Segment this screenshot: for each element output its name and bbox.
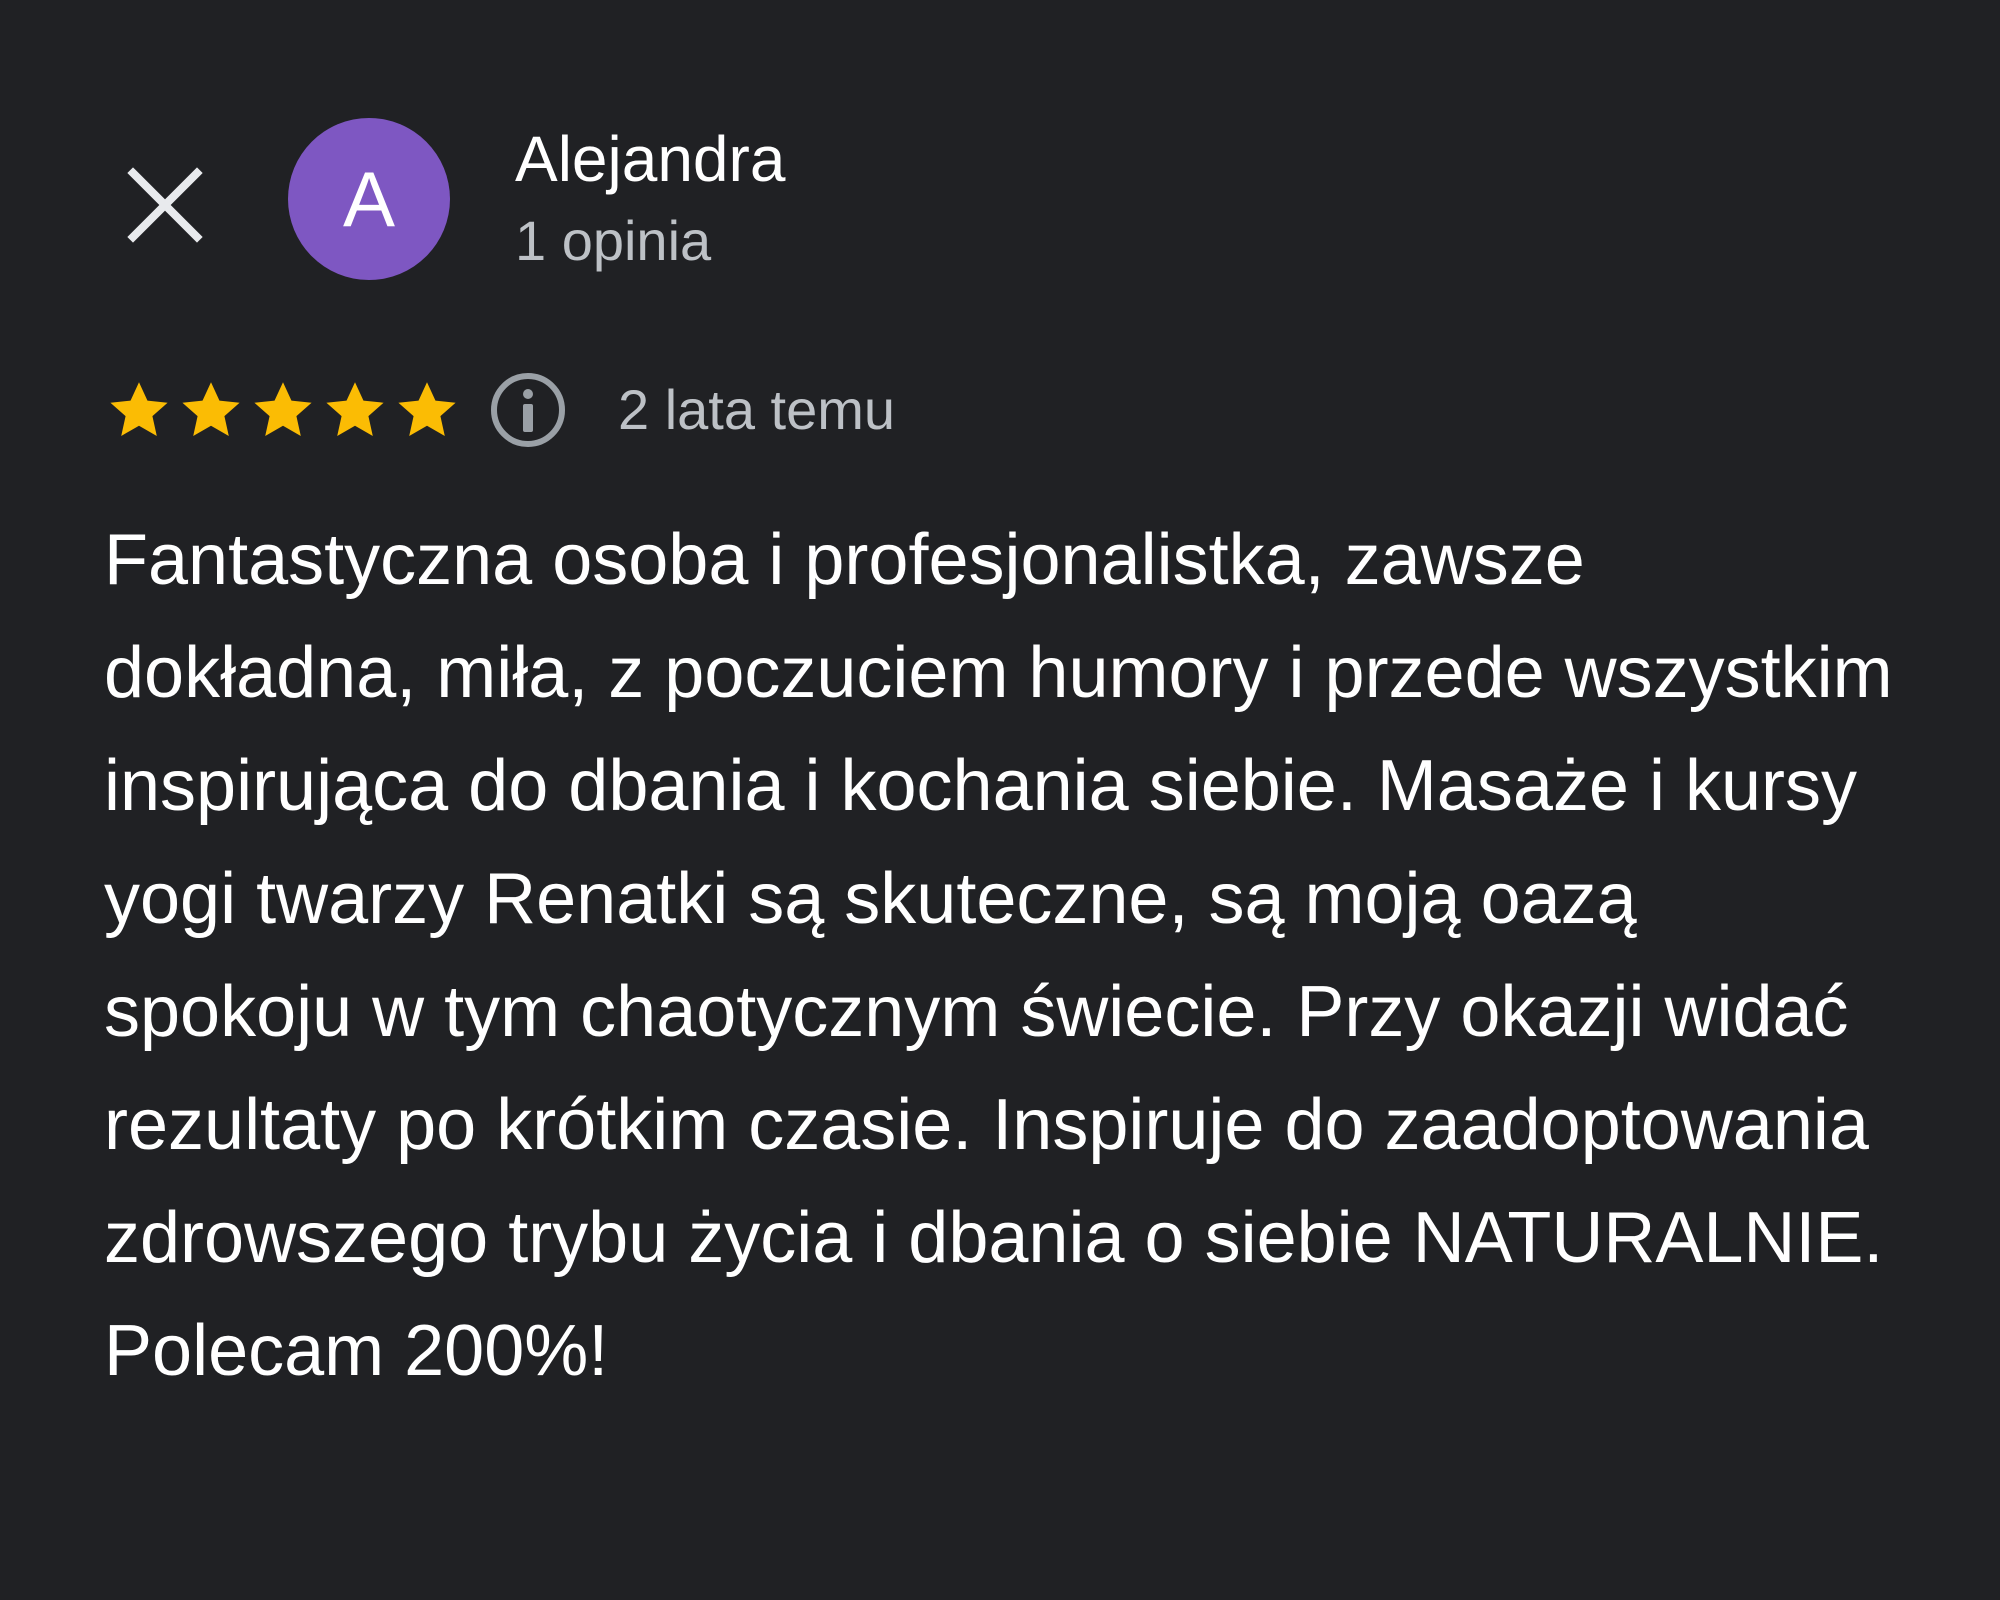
star-icon: [110, 382, 168, 436]
close-button[interactable]: [110, 150, 220, 260]
star-icon: [254, 382, 312, 436]
review-text: Fantastyczna osoba i profesjonalistka, z…: [104, 520, 1893, 1391]
rating-row: 2 lata temu: [104, 368, 895, 452]
author-name[interactable]: Alejandra: [515, 124, 785, 195]
review-card: A Alejandra 1 opinia 2 lata temu Fantast…: [0, 0, 2000, 1600]
review-header: A Alejandra 1 opinia: [0, 0, 2000, 300]
review-date: 2 lata temu: [618, 378, 896, 441]
star-icon: [398, 382, 456, 436]
close-icon: [127, 167, 203, 243]
author-review-count: 1 opinia: [515, 209, 712, 272]
avatar-initial: A: [342, 154, 396, 243]
avatar[interactable]: A: [288, 118, 450, 280]
star-icon: [326, 382, 384, 436]
info-icon[interactable]: [488, 370, 568, 450]
star-icon: [182, 382, 240, 436]
star-rating: [104, 375, 462, 445]
